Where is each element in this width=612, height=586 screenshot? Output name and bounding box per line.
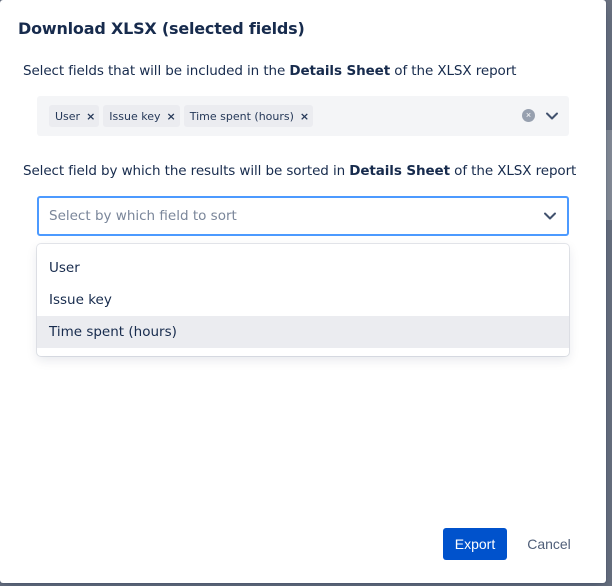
fields-label-suffix: of the XLSX report [390, 63, 517, 79]
close-icon[interactable]: × [86, 110, 95, 123]
fields-label: Select fields that will be included in t… [23, 63, 516, 79]
fields-label-bold: Details Sheet [289, 63, 391, 79]
sort-options-menu: User Issue key Time spent (hours) [37, 244, 569, 356]
download-xlsx-dialog: Download XLSX (selected fields) Select f… [0, 0, 606, 583]
selected-tag-user: User × [49, 105, 100, 127]
sort-label-prefix: Select field by which the results will b… [23, 163, 350, 179]
backdrop [606, 130, 612, 220]
sort-label-bold: Details Sheet [349, 163, 450, 179]
cancel-button[interactable]: Cancel [519, 528, 579, 560]
fields-label-prefix: Select fields that will be included in t… [23, 63, 290, 79]
tag-label: User [55, 109, 81, 123]
sort-select-placeholder: Select by which field to sort [49, 208, 237, 224]
option-issue-key[interactable]: Issue key [37, 284, 569, 316]
sort-label-suffix: of the XLSX report [449, 163, 577, 179]
tag-label: Time spent (hours) [189, 109, 294, 123]
selected-tag-time-spent: Time spent (hours) × [183, 105, 314, 127]
clear-icon[interactable]: × [522, 109, 535, 122]
close-icon[interactable]: × [300, 110, 309, 123]
fields-multiselect[interactable]: User × Issue key × Time spent (hours) × … [37, 96, 569, 136]
sort-field-select[interactable]: Select by which field to sort [37, 196, 569, 236]
dialog-title: Download XLSX (selected fields) [18, 19, 305, 38]
export-button[interactable]: Export [443, 528, 507, 560]
selected-tag-issue-key: Issue key × [103, 105, 180, 127]
chevron-down-icon[interactable] [545, 109, 559, 123]
sort-label: Select field by which the results will b… [23, 163, 576, 179]
close-icon[interactable]: × [167, 110, 176, 123]
option-user[interactable]: User [37, 252, 569, 284]
tag-label: Issue key [109, 109, 161, 123]
chevron-down-icon[interactable] [543, 209, 557, 223]
option-time-spent[interactable]: Time spent (hours) [37, 316, 569, 348]
